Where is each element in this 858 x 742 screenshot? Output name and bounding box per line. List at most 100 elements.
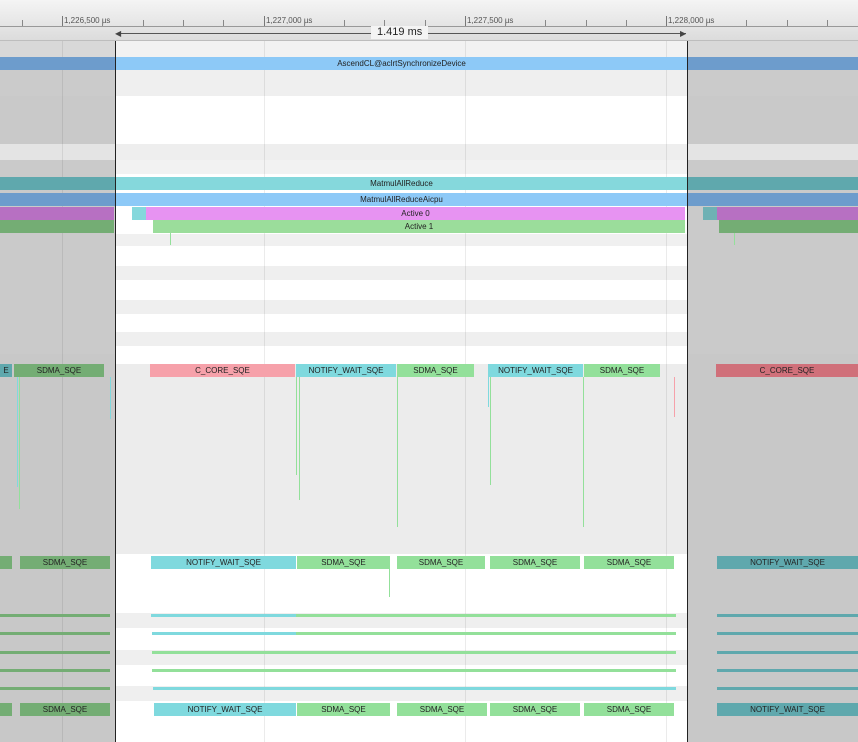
selection-end-line[interactable] xyxy=(687,40,688,742)
time-ruler[interactable]: 1,226,500 µs 1,227,000 µs 1,227,500 µs 1… xyxy=(0,0,858,41)
thin-bar xyxy=(0,669,110,672)
thin-bar xyxy=(717,669,858,672)
ruler-major-tick xyxy=(62,16,63,26)
selection-duration: 1.419 ms xyxy=(371,26,429,39)
flow-tick xyxy=(490,377,491,485)
slice-left-api[interactable] xyxy=(0,57,116,70)
thin-bar xyxy=(296,614,676,617)
slice-right-aicpu[interactable] xyxy=(687,193,858,206)
aicpu-slice[interactable]: MatmulAllReduceAicpu xyxy=(116,193,687,206)
lane-stripe xyxy=(116,160,687,174)
flow-tick xyxy=(488,377,489,407)
slice-right-small[interactable] xyxy=(703,207,717,220)
lane-stripe xyxy=(116,266,687,280)
ruler-minor-tick xyxy=(304,20,305,26)
thin-bar xyxy=(151,614,296,617)
sqe-slice[interactable]: SDMA_SQE xyxy=(397,556,485,569)
sqe-slice[interactable]: SDMA_SQE xyxy=(297,556,390,569)
thin-bar xyxy=(717,632,858,635)
active0-slice[interactable]: Active 0 xyxy=(146,207,685,220)
ruler-minor-tick xyxy=(827,20,828,26)
arrow-right-icon: ▶ xyxy=(680,29,687,38)
sqe-slice[interactable]: NOTIFY_WAIT_SQE xyxy=(717,556,858,569)
sqe-slice[interactable]: NOTIFY_WAIT_SQE xyxy=(488,364,583,377)
sqe-slice[interactable]: SDMA_SQE xyxy=(297,703,390,716)
slice-right-active1[interactable] xyxy=(719,220,858,233)
slice-left-active0[interactable] xyxy=(0,207,114,220)
ruler-major-tick xyxy=(666,16,667,26)
ruler-major-tick xyxy=(264,16,265,26)
active1-slice[interactable]: Active 1 xyxy=(153,220,685,233)
ruler-tick-label: 1,227,000 µs xyxy=(266,16,313,25)
sqe-slice[interactable]: SDMA_SQE xyxy=(490,556,580,569)
sqe-slice[interactable]: C_CORE_SQE xyxy=(150,364,295,377)
slice-left-aicpu[interactable] xyxy=(0,193,116,206)
ruler-baseline xyxy=(0,26,858,27)
thin-bar xyxy=(152,651,676,654)
slice-left-active1[interactable] xyxy=(0,220,114,233)
sqe-slice-left[interactable]: E xyxy=(0,364,12,377)
ruler-minor-tick xyxy=(22,20,23,26)
ruler-tick-label: 1,228,000 µs xyxy=(668,16,715,25)
flow-tick xyxy=(19,377,20,509)
ruler-minor-tick xyxy=(143,20,144,26)
ruler-tick-label: 1,226,500 µs xyxy=(64,16,111,25)
ruler-minor-tick xyxy=(545,20,546,26)
slice-right-active0[interactable] xyxy=(717,207,858,220)
thin-bar xyxy=(296,632,676,635)
sqe-slice[interactable]: NOTIFY_WAIT_SQE xyxy=(151,556,296,569)
flow-tick xyxy=(389,569,390,597)
flow-tick xyxy=(674,377,675,417)
op-slice[interactable]: MatmulAllReduce xyxy=(116,177,687,190)
slice-small[interactable] xyxy=(132,207,146,220)
gridline xyxy=(465,40,466,742)
sqe-slice[interactable]: SDMA_SQE xyxy=(14,364,104,377)
sqe-slice[interactable]: SDMA_SQE xyxy=(397,364,474,377)
slice-left-op[interactable] xyxy=(0,177,116,190)
flow-tick xyxy=(296,377,297,475)
flow-tick xyxy=(734,233,735,245)
slice-right-op[interactable] xyxy=(687,177,858,190)
gridline xyxy=(62,40,63,742)
flow-tick xyxy=(170,233,171,245)
sqe-slice[interactable]: SDMA_SQE xyxy=(20,703,110,716)
sqe-slice[interactable]: NOTIFY_WAIT_SQE xyxy=(717,703,858,716)
thin-bar xyxy=(0,614,110,617)
sqe-slice[interactable]: SDMA_SQE xyxy=(584,364,660,377)
slice-right-api[interactable] xyxy=(687,57,858,70)
thin-bar xyxy=(152,669,676,672)
thin-bar xyxy=(717,614,858,617)
sqe-slice-left[interactable] xyxy=(0,556,12,569)
sqe-slice-left[interactable] xyxy=(0,703,12,716)
sqe-slice[interactable]: NOTIFY_WAIT_SQE xyxy=(154,703,296,716)
thin-bar xyxy=(717,651,858,654)
thin-bar xyxy=(717,687,858,690)
ruler-minor-tick xyxy=(586,20,587,26)
ruler-minor-tick xyxy=(505,20,506,26)
ruler-minor-tick xyxy=(626,20,627,26)
ruler-tick-label: 1,227,500 µs xyxy=(467,16,514,25)
thin-bar xyxy=(0,632,110,635)
sqe-slice[interactable]: SDMA_SQE xyxy=(584,703,674,716)
ruler-minor-tick xyxy=(746,20,747,26)
lane-stripe xyxy=(116,70,687,96)
selection-start-line[interactable] xyxy=(115,40,116,742)
sqe-slice[interactable]: NOTIFY_WAIT_SQE xyxy=(296,364,396,377)
flow-tick xyxy=(110,377,111,419)
lane-stripe xyxy=(116,332,687,346)
ruler-major-tick xyxy=(465,16,466,26)
flow-tick xyxy=(397,377,398,527)
ruler-minor-tick xyxy=(787,20,788,26)
sqe-slice[interactable]: SDMA_SQE xyxy=(20,556,110,569)
lane-stripe xyxy=(116,364,687,554)
api-slice[interactable]: AscendCL@aclrtSynchronizeDevice xyxy=(116,57,687,70)
thin-bar xyxy=(153,687,676,690)
timeline-viewport[interactable]: AscendCL@aclrtSynchronizeDevice MatmulAl… xyxy=(0,0,858,742)
thin-bar xyxy=(0,651,110,654)
sqe-slice[interactable]: SDMA_SQE xyxy=(490,703,580,716)
sqe-slice[interactable]: C_CORE_SQE xyxy=(716,364,858,377)
sqe-slice[interactable]: SDMA_SQE xyxy=(397,703,487,716)
sqe-slice[interactable]: SDMA_SQE xyxy=(584,556,674,569)
arrow-left-icon: ◀ xyxy=(115,29,122,38)
lane-stripe xyxy=(116,40,687,57)
